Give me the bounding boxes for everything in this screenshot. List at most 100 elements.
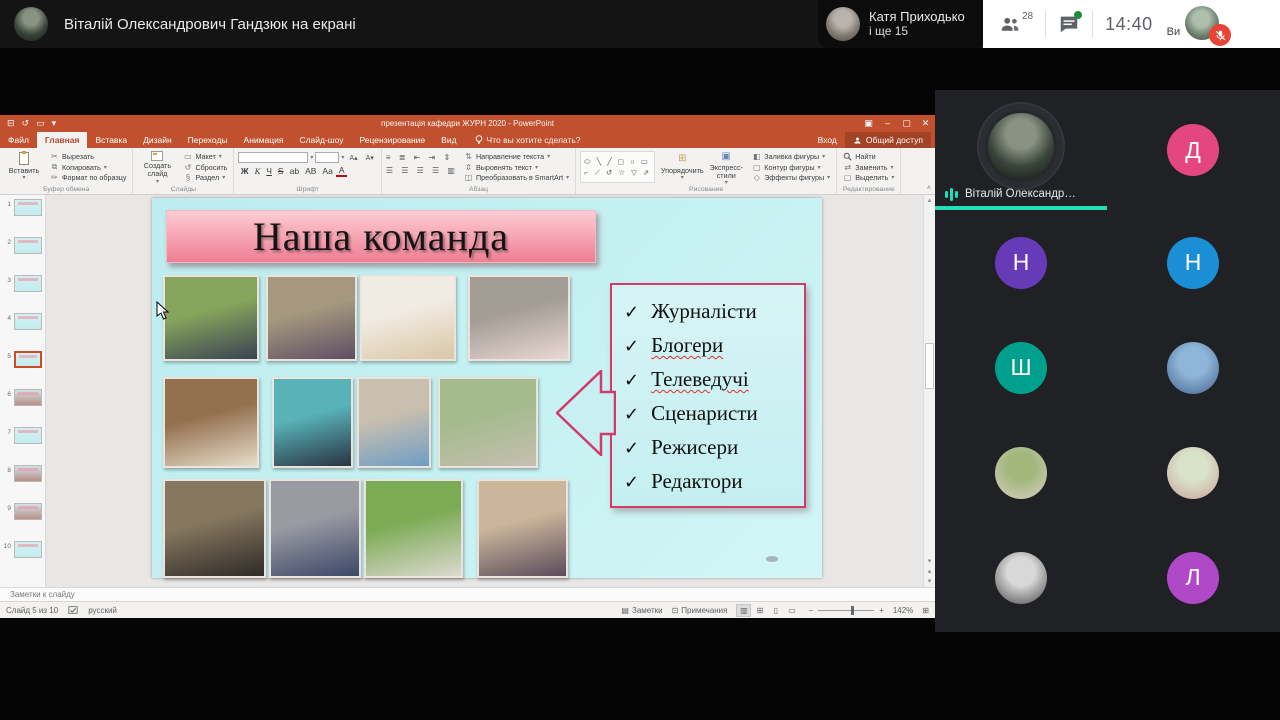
sign-in-button[interactable]: Вход bbox=[818, 135, 837, 145]
layout-button[interactable]: ▭ Макет ▾ bbox=[181, 151, 229, 162]
change-case-button[interactable]: Аа bbox=[320, 166, 336, 176]
zoom-in-button[interactable]: + bbox=[879, 606, 884, 615]
shape-fill-button[interactable]: ◧ Заливка фигуры ▾ bbox=[750, 151, 832, 162]
slide-thumbnail-3[interactable]: 3 bbox=[2, 275, 45, 292]
arrange-button[interactable]: ⊞ Упорядочить ▾ bbox=[662, 151, 702, 183]
tab-Вид[interactable]: Вид bbox=[433, 132, 464, 148]
thumbnail-box[interactable] bbox=[14, 427, 42, 444]
slide-thumbnail-4[interactable]: 4 bbox=[2, 313, 45, 330]
slide-thumbnail-8[interactable]: 8 bbox=[2, 465, 45, 482]
ppt-titlebar[interactable]: ⊟ ↺ ▭ ▾ презентація кафедри ЖУРН 2020 - … bbox=[0, 115, 935, 132]
chat-button[interactable] bbox=[1058, 13, 1080, 35]
convert-smartart-button[interactable]: ◫ Преобразовать в SmartArt ▾ bbox=[462, 172, 571, 183]
slide-thumbnail-5[interactable]: 5 bbox=[2, 351, 45, 368]
tab-Рецензирование[interactable]: Рецензирование bbox=[352, 132, 434, 148]
scrollbar-thumb[interactable] bbox=[925, 343, 934, 389]
bold-button[interactable]: Ж bbox=[238, 166, 251, 176]
thumbnail-box[interactable] bbox=[14, 199, 42, 216]
team-photo-woman-teal-bg[interactable] bbox=[272, 377, 353, 468]
shrink-font-button[interactable]: А▾ bbox=[363, 154, 377, 162]
notes-toggle-button[interactable]: ▤ Заметки bbox=[621, 606, 662, 615]
participant-tile-woman-in-hat-avatar[interactable] bbox=[935, 420, 1107, 525]
participant-tile-speaker[interactable]: Віталій Олександр… bbox=[935, 90, 1107, 210]
self-view[interactable]: Ви bbox=[1167, 0, 1219, 48]
font-name-select[interactable] bbox=[238, 152, 308, 163]
new-slide-button[interactable]: Создать слайд ▾ bbox=[137, 151, 177, 183]
alignment-buttons[interactable]: ☰ ☰ ☰ ☰ ▥ bbox=[386, 164, 458, 177]
tab-Дизайн[interactable]: Дизайн bbox=[135, 132, 180, 148]
team-photo-woman-sofa[interactable] bbox=[477, 479, 568, 578]
thumbnail-box[interactable] bbox=[14, 351, 42, 368]
previous-slide-icon[interactable]: ▴ bbox=[924, 567, 935, 575]
team-photo-woman-blonde-white[interactable] bbox=[360, 275, 456, 361]
slide-thumbnail-7[interactable]: 7 bbox=[2, 427, 45, 444]
copy-button[interactable]: ⧉ Копировать ▾ bbox=[48, 162, 128, 173]
tab-Слайд-шоу[interactable]: Слайд-шоу bbox=[291, 132, 351, 148]
paste-button[interactable]: Вставить ▾ bbox=[4, 151, 44, 183]
collapse-ribbon-icon[interactable]: ˄ bbox=[927, 185, 931, 192]
slide-thumbnail-9[interactable]: 9 bbox=[2, 503, 45, 520]
strikethrough-button[interactable]: S bbox=[275, 166, 286, 176]
italic-button[interactable]: К bbox=[252, 166, 263, 176]
select-button[interactable]: ▢ Выделить ▾ bbox=[841, 172, 896, 183]
participants-button[interactable]: 28 bbox=[999, 13, 1033, 35]
thumbnail-box[interactable] bbox=[14, 389, 42, 406]
shapes-gallery[interactable]: ⬭ ╲ ╱ ◻ ○ ▭ ⌐ ⟋ ↺ ☆ ▽ ⇗ bbox=[580, 151, 655, 183]
tab-Переходы[interactable]: Переходы bbox=[180, 132, 236, 148]
reset-button[interactable]: ↺ Сбросить bbox=[181, 162, 229, 173]
grow-font-button[interactable]: А▴ bbox=[346, 154, 360, 162]
zoom-slider-thumb[interactable] bbox=[851, 606, 854, 615]
slide-thumbnail-6[interactable]: 6 bbox=[2, 389, 45, 406]
participant-pip-tile[interactable]: Катя Приходько і ще 15 bbox=[818, 0, 985, 48]
tab-Анимация[interactable]: Анимация bbox=[236, 132, 292, 148]
slide-thumbnail-1[interactable]: 1 bbox=[2, 199, 45, 216]
thumbnail-box[interactable] bbox=[14, 465, 42, 482]
share-button[interactable]: Общий доступ bbox=[845, 132, 931, 148]
tab-Главная[interactable]: Главная bbox=[37, 132, 88, 148]
slide-sorter-view-button[interactable]: ⊞ bbox=[752, 604, 767, 617]
participant-tile-Л[interactable]: Л bbox=[1107, 525, 1279, 630]
team-photo-woman-blonde-pink[interactable] bbox=[468, 275, 570, 361]
participant-tile-Ш[interactable]: Ш bbox=[935, 315, 1107, 420]
participant-tile-Н[interactable]: Н bbox=[1107, 210, 1279, 315]
team-photo-woman-purple-scarf[interactable] bbox=[266, 275, 357, 361]
mic-muted-badge[interactable] bbox=[1209, 24, 1231, 46]
shape-effects-button[interactable]: ◇ Эффекты фигуры ▾ bbox=[750, 172, 832, 183]
thumbnail-box[interactable] bbox=[14, 313, 42, 330]
vertical-scrollbar[interactable]: ▴ ▾ ▴ ▾ bbox=[923, 195, 935, 587]
format-painter-button[interactable]: ✏ Формат по образцу bbox=[48, 172, 128, 183]
fit-to-window-icon[interactable]: ⊞ bbox=[922, 606, 929, 615]
participant-tile-Н[interactable]: Н bbox=[935, 210, 1107, 315]
left-arrow-callout[interactable] bbox=[556, 370, 616, 456]
team-photo-woman-garden[interactable] bbox=[364, 479, 463, 578]
next-slide-icon[interactable]: ▾ bbox=[924, 577, 935, 585]
team-photo-man-street[interactable] bbox=[438, 377, 538, 468]
zoom-out-button[interactable]: − bbox=[808, 606, 813, 615]
reading-view-button[interactable]: ▯ bbox=[768, 604, 783, 617]
team-photo-woman-blue-scarf[interactable] bbox=[357, 377, 431, 468]
tab-Вставка[interactable]: Вставка bbox=[87, 132, 135, 148]
participant-tile-elderly-woman-avatar[interactable] bbox=[1107, 420, 1279, 525]
slide[interactable]: Наша команда ✓Журналісти✓Блогери✓Телевед… bbox=[152, 198, 822, 578]
roles-callout-box[interactable]: ✓Журналісти✓Блогери✓Телеведучі✓Сценарист… bbox=[610, 283, 806, 508]
text-direction-button[interactable]: ⇅ Направление текста ▾ bbox=[462, 151, 571, 162]
scroll-up-icon[interactable]: ▴ bbox=[924, 196, 935, 204]
underline-button[interactable]: Ч bbox=[264, 166, 275, 176]
replace-button[interactable]: ⇄ Заменить ▾ bbox=[841, 162, 896, 173]
zoom-level[interactable]: 142% bbox=[893, 606, 913, 615]
participant-tile-girl-monochrome-avatar[interactable] bbox=[935, 525, 1107, 630]
spellcheck-icon[interactable] bbox=[68, 605, 78, 615]
font-color-button[interactable]: А bbox=[336, 165, 347, 177]
quick-styles-button[interactable]: ▣ Экспресс-стили ▾ bbox=[706, 151, 746, 183]
thumbnail-box[interactable] bbox=[14, 541, 42, 558]
character-spacing-button[interactable]: АВ bbox=[303, 166, 319, 176]
participant-tile-Д[interactable]: Д bbox=[1107, 90, 1279, 210]
shape-outline-button[interactable]: ▢ Контур фигуры ▾ bbox=[750, 162, 832, 173]
slideshow-view-button[interactable]: ▭ bbox=[784, 604, 799, 617]
team-photo-woman-conference[interactable] bbox=[163, 479, 266, 578]
thumbnail-box[interactable] bbox=[14, 237, 42, 254]
team-photo-woman-gesturing[interactable] bbox=[269, 479, 361, 578]
team-photo-man-suit[interactable] bbox=[163, 275, 259, 361]
font-size-select[interactable] bbox=[315, 152, 339, 163]
section-button[interactable]: § Раздел ▾ bbox=[181, 172, 229, 183]
